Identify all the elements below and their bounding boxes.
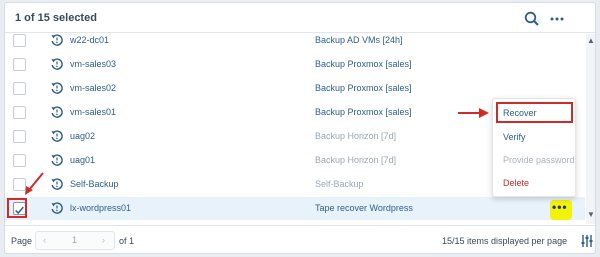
row-checkbox[interactable] (13, 154, 26, 167)
job-name: Backup Horizon [7d] (315, 155, 397, 165)
scroll-down-icon[interactable]: ▼ (586, 210, 595, 219)
menu-item-provide-password[interactable]: Provide password (503, 155, 575, 165)
restore-icon (51, 34, 63, 46)
table-row[interactable]: w22-dc01 Backup AD VMs [24h] (5, 34, 585, 53)
restore-icon (51, 130, 63, 142)
search-icon[interactable] (523, 10, 541, 28)
row-checkbox[interactable] (13, 130, 26, 143)
page-number[interactable]: 1 (72, 235, 77, 245)
row-checkbox[interactable] (13, 178, 26, 191)
row-checkbox[interactable] (13, 58, 26, 71)
resource-name: vm-sales01 (70, 107, 117, 117)
job-name: Backup Horizon [7d] (315, 131, 397, 141)
selection-count: 1 of 15 selected (15, 12, 97, 24)
menu-item-verify[interactable]: Verify (503, 132, 526, 142)
restore-icon (51, 202, 63, 214)
restore-icon (51, 58, 63, 70)
column-settings-icon[interactable] (580, 234, 594, 248)
job-name: Tape recover Wordpress (315, 203, 413, 213)
table-row[interactable]: lx-wordpress01 Tape recover Wordpress (5, 197, 585, 220)
items-displayed: 15/15 items displayed per page (442, 236, 568, 246)
prev-page-icon[interactable]: ‹ (43, 235, 46, 245)
row-checkbox[interactable] (13, 106, 26, 119)
job-name: Backup AD VMs [24h] (315, 35, 403, 45)
recovery-panel: 1 of 15 selected w22-dc01 Backup AD VMs [… (4, 2, 596, 254)
more-options-icon[interactable] (548, 10, 566, 28)
ellipsis-icon: ••• (552, 200, 568, 214)
table-row[interactable]: vm-sales03 Backup Proxmox [sales] (5, 53, 585, 77)
resource-name: uag02 (70, 131, 96, 141)
restore-icon (51, 154, 63, 166)
resource-name: vm-sales02 (70, 83, 117, 93)
menu-item-recover[interactable]: Recover (503, 108, 537, 118)
vertical-scrollbar[interactable]: ▲ ▼ (586, 34, 595, 224)
resource-name: vm-sales03 (70, 59, 117, 69)
page-count: of 1 (119, 236, 135, 246)
next-page-icon[interactable]: › (102, 235, 105, 245)
checkmark-icon (15, 206, 24, 215)
header-bar: 1 of 15 selected (5, 3, 595, 33)
restore-icon (51, 178, 63, 190)
job-name: Self-Backup (315, 179, 364, 189)
resource-name: lx-wordpress01 (70, 203, 132, 213)
scroll-up-icon[interactable]: ▲ (586, 36, 595, 45)
pagination-footer: Page ‹ 1 › of 1 15/15 items displayed pe… (5, 225, 595, 253)
job-name: Backup Proxmox [sales] (315, 83, 412, 93)
menu-item-delete[interactable]: Delete (503, 178, 529, 188)
page-selector[interactable]: ‹ 1 › (35, 231, 115, 250)
row-checkbox[interactable] (13, 34, 26, 47)
restore-icon (51, 106, 63, 118)
resource-name: w22-dc01 (70, 35, 110, 45)
job-name: Backup Proxmox [sales] (315, 59, 412, 69)
resource-name: uag01 (70, 155, 96, 165)
page-label: Page (11, 236, 33, 246)
row-context-menu: Recover Verify Provide password Delete (492, 98, 576, 197)
restore-icon (51, 82, 63, 94)
row-checkbox[interactable] (13, 202, 26, 215)
resource-name: Self-Backup (70, 179, 119, 189)
job-name: Backup Proxmox [sales] (315, 107, 412, 117)
row-checkbox[interactable] (13, 82, 26, 95)
row-actions-button[interactable]: ••• (550, 200, 572, 220)
